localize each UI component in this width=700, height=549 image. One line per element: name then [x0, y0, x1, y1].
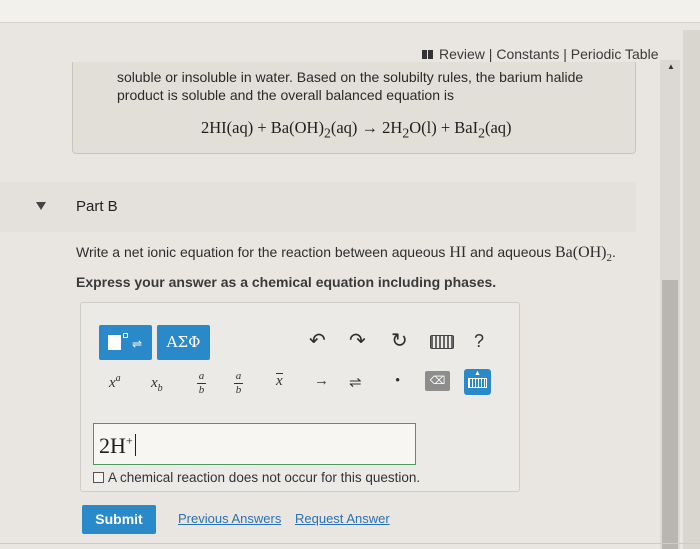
previous-answer-panel: soluble or insoluble in water. Based on … — [72, 62, 636, 154]
dot-button[interactable]: • — [395, 373, 400, 390]
book-icon — [422, 49, 433, 59]
equilibrium-arrow-button[interactable]: ⇌ — [349, 373, 362, 392]
part-b-header[interactable]: Part B — [0, 182, 636, 232]
templates-button[interactable]: ⇌ — [99, 325, 152, 360]
header-links: Review | Constants | Periodic Table — [422, 46, 658, 62]
keyboard-icon — [468, 378, 487, 388]
redo-icon[interactable]: ↷ — [349, 331, 366, 351]
submit-button[interactable]: Submit — [82, 505, 156, 534]
reaction-arrow-button[interactable]: → — [314, 373, 329, 390]
help-button[interactable]: ? — [474, 331, 484, 352]
equation-editor: ⇌ ΑΣΦ ↶ ↷ ↻ ? xa xb ab ab x → ⇌ • ⌫ ▲ 2H… — [80, 302, 520, 492]
keyboard-button[interactable]: ▲ — [464, 369, 491, 395]
template-arrows-icon: ⇌ — [132, 337, 143, 351]
scrollbar-thumb[interactable] — [662, 280, 678, 549]
question-text: Write a net ionic equation for the react… — [76, 244, 616, 264]
answer-input[interactable]: 2H+ — [93, 423, 416, 465]
caret-up-icon: ▲ — [474, 370, 481, 377]
delete-button[interactable]: ⌫ — [425, 371, 450, 391]
fraction-button[interactable]: ab — [197, 371, 206, 396]
divider — [0, 543, 700, 544]
greek-symbols-button[interactable]: ΑΣΦ — [157, 325, 210, 360]
request-answer-link[interactable]: Request Answer — [295, 511, 390, 526]
mixed-fraction-button[interactable]: ab — [234, 371, 243, 396]
scroll-up-arrow-icon[interactable]: ▲ — [667, 62, 675, 71]
page-edge — [683, 30, 700, 549]
divider — [0, 22, 700, 23]
template-square-icon — [108, 335, 121, 350]
browser-top-strip — [0, 0, 700, 22]
answer-input-value: 2H+ — [99, 433, 136, 459]
no-reaction-option[interactable]: A chemical reaction does not occur for t… — [93, 470, 420, 485]
previous-answers-link[interactable]: Previous Answers — [178, 511, 281, 526]
link-separator: | — [559, 46, 571, 62]
text-cursor — [134, 434, 136, 456]
link-separator: | — [484, 46, 497, 62]
periodic-table-link[interactable]: Periodic Table — [571, 46, 659, 62]
template-small-square-icon — [123, 333, 128, 338]
answer-explanation: soluble or insoluble in water. Based on … — [117, 69, 584, 103]
undo-icon[interactable]: ↶ — [309, 331, 326, 351]
constants-link[interactable]: Constants — [496, 46, 559, 62]
balanced-equation: 2HI(aq) + Ba(OH)2(aq) → 2H2O(l) + BaI2(a… — [201, 118, 512, 141]
question-instruction: Express your answer as a chemical equati… — [76, 274, 497, 290]
vector-button[interactable]: x — [276, 373, 283, 389]
no-reaction-label: A chemical reaction does not occur for t… — [108, 470, 421, 485]
keyboard-shortcuts-icon[interactable] — [430, 335, 454, 349]
reset-icon[interactable]: ↻ — [391, 331, 408, 351]
part-title: Part B — [76, 198, 118, 215]
collapse-caret-icon[interactable] — [36, 202, 46, 210]
subscript-button[interactable]: xb — [151, 375, 163, 394]
superscript-button[interactable]: xa — [109, 373, 121, 392]
review-link[interactable]: Review — [439, 46, 485, 62]
no-reaction-checkbox[interactable] — [93, 472, 104, 483]
